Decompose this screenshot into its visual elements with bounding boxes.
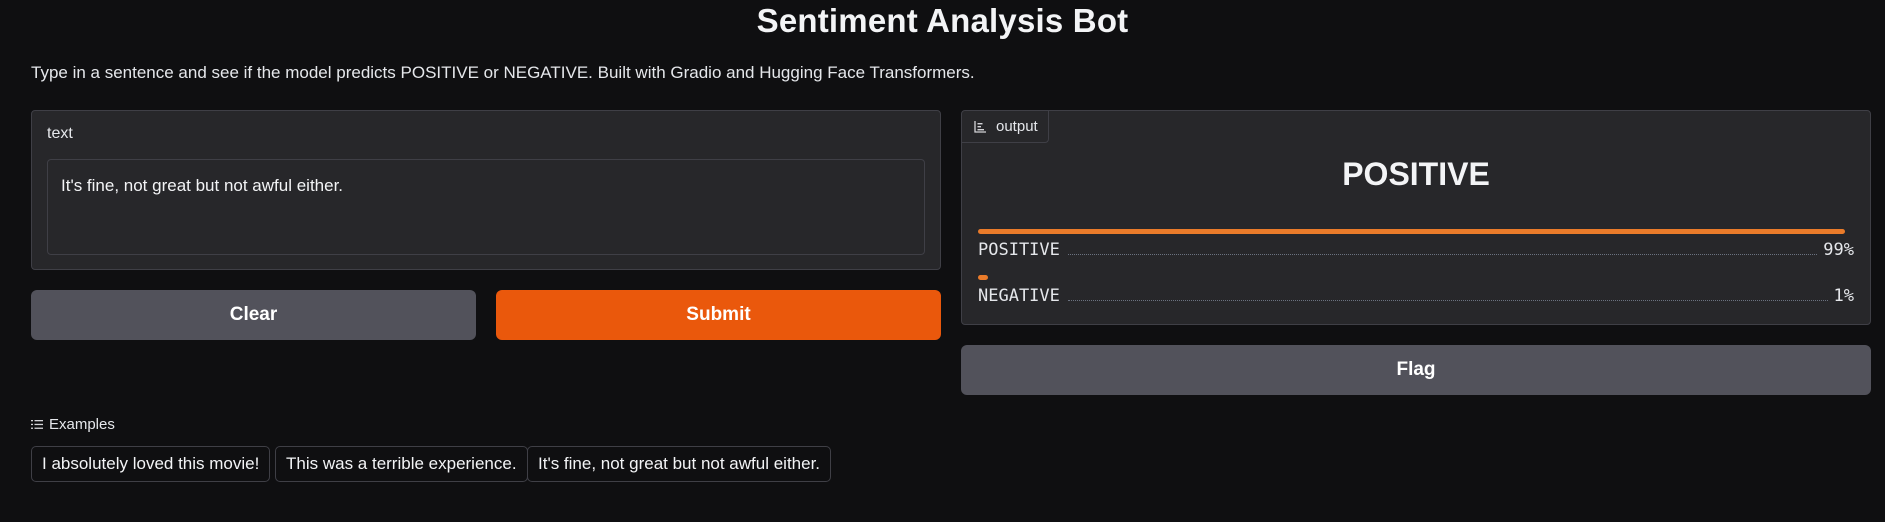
examples-header: Examples <box>31 416 115 433</box>
confidence-dots <box>1067 254 1818 255</box>
examples-header-label: Examples <box>49 416 115 433</box>
text-input-label: text <box>47 125 73 142</box>
page-title: Sentiment Analysis Bot <box>756 2 1129 39</box>
confidence-label: POSITIVE <box>978 240 1060 260</box>
output-tag: output <box>962 111 1049 143</box>
confidence-percent: 99% <box>1823 240 1854 260</box>
confidence-dots <box>1067 300 1828 301</box>
submit-button[interactable]: Submit <box>496 290 941 340</box>
bar-chart-icon <box>974 120 987 133</box>
text-input-field[interactable]: It's fine, not great but not awful eithe… <box>47 159 925 255</box>
confidence-label: NEGATIVE <box>978 286 1060 306</box>
confidence-row-positive: POSITIVE 99% <box>978 229 1854 260</box>
output-tag-label: output <box>996 118 1038 135</box>
example-item[interactable]: I absolutely loved this movie! <box>31 446 271 482</box>
text-input-panel: text It's fine, not great but not awful … <box>31 110 941 270</box>
clear-button[interactable]: Clear <box>31 290 476 340</box>
list-icon <box>31 419 43 430</box>
confidence-bar <box>978 275 988 280</box>
example-item[interactable]: It's fine, not great but not awful eithe… <box>527 446 832 482</box>
example-item[interactable]: This was a terrible experience. <box>275 446 528 482</box>
confidence-row-negative: NEGATIVE 1% <box>978 275 1854 306</box>
flag-button[interactable]: Flag <box>961 345 1871 395</box>
confidence-bar <box>978 229 1845 234</box>
output-panel: output POSITIVE POSITIVE 99% NEGATIVE 1% <box>961 110 1871 325</box>
predicted-label: POSITIVE <box>1342 156 1490 192</box>
page-description: Type in a sentence and see if the model … <box>31 63 975 82</box>
confidence-percent: 1% <box>1833 286 1854 306</box>
